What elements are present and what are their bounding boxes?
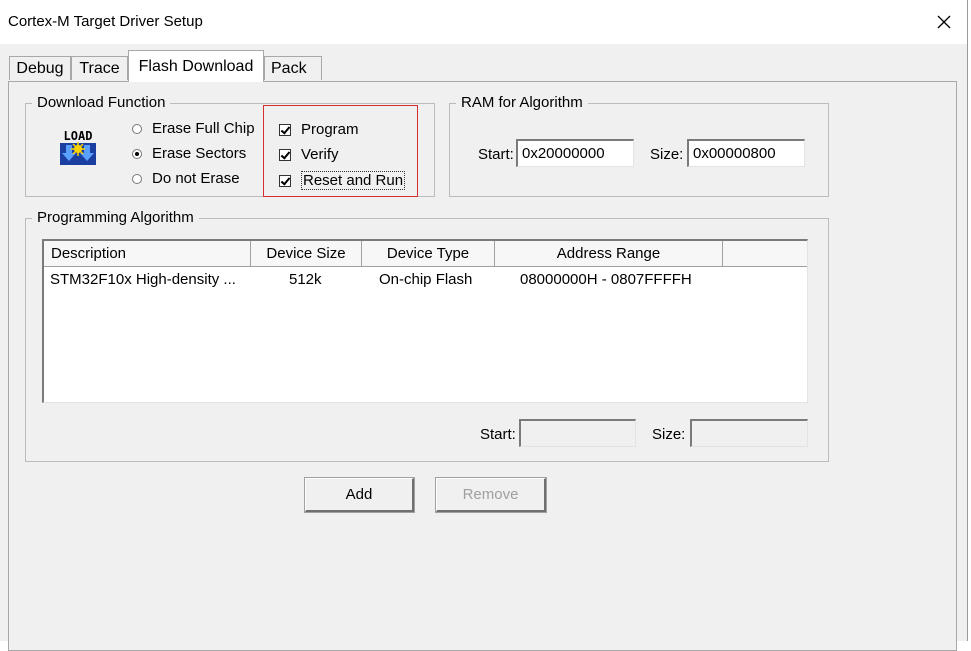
radio-label: Erase Full Chip <box>152 120 255 137</box>
tab-flash-download[interactable]: Flash Download <box>128 50 264 82</box>
column-header-description[interactable]: Description <box>44 241 251 267</box>
group-title: Programming Algorithm <box>32 209 199 227</box>
ram-size-input[interactable]: 0x00000800 <box>687 139 805 167</box>
add-button[interactable]: Add <box>304 477 415 513</box>
tab-label: Pack <box>271 59 307 77</box>
algo-size-input[interactable] <box>690 419 808 447</box>
group-title: RAM for Algorithm <box>456 94 588 112</box>
cell-device-type: On-chip Flash <box>379 271 473 288</box>
checkbox-program[interactable]: Program <box>279 121 359 138</box>
checkbox-label: Program <box>301 121 359 138</box>
dialog-window: Cortex-M Target Driver Setup Debug Trace… <box>0 0 968 651</box>
radio-erase-sectors[interactable]: Erase Sectors <box>132 145 246 162</box>
radio-indicator[interactable] <box>132 123 142 134</box>
tab-pack[interactable]: Pack <box>264 56 322 80</box>
cell-address-range: 08000000H - 0807FFFFH <box>520 271 692 288</box>
ram-start-label: Start: <box>478 146 514 163</box>
checkbox-indicator[interactable] <box>279 148 291 161</box>
close-icon <box>937 15 951 29</box>
algo-start-input[interactable] <box>519 419 636 447</box>
tab-label: Flash Download <box>138 57 254 75</box>
tab-trace[interactable]: Trace <box>71 56 128 80</box>
radio-erase-full-chip[interactable]: Erase Full Chip <box>132 120 255 137</box>
window-title: Cortex-M Target Driver Setup <box>8 13 203 30</box>
checkbox-verify[interactable]: Verify <box>279 146 339 163</box>
remove-button[interactable]: Remove <box>435 477 547 513</box>
column-header-device-type[interactable]: Device Type <box>362 241 495 267</box>
checkbox-label: Reset and Run <box>301 171 406 190</box>
load-icon: LOAD <box>60 129 96 165</box>
algo-start-label: Start: <box>480 426 516 443</box>
ram-size-label: Size: <box>650 146 684 163</box>
radio-indicator[interactable] <box>132 148 142 159</box>
checkbox-indicator[interactable] <box>279 123 291 136</box>
column-header-device-size[interactable]: Device Size <box>251 241 362 267</box>
radio-label: Do not Erase <box>152 170 240 187</box>
cell-device-size: 512k <box>289 271 322 288</box>
algo-size-label: Size: <box>652 426 686 443</box>
ram-start-input[interactable]: 0x20000000 <box>516 139 634 167</box>
list-header: Description Device Size Device Type Addr… <box>44 241 807 267</box>
remove-button-label: Remove <box>462 486 519 503</box>
column-header-filler <box>723 241 807 267</box>
close-button[interactable] <box>921 0 967 44</box>
tab-label: Debug <box>16 59 64 77</box>
svg-text:LOAD: LOAD <box>64 129 93 143</box>
checkbox-indicator[interactable] <box>279 174 291 187</box>
tab-label: Trace <box>79 59 120 77</box>
algorithm-list[interactable]: Description Device Size Device Type Addr… <box>42 239 808 403</box>
cell-description: STM32F10x High-density ... <box>50 271 236 288</box>
radio-indicator[interactable] <box>132 173 142 184</box>
title-bar: Cortex-M Target Driver Setup <box>0 0 967 44</box>
add-button-label: Add <box>345 486 373 503</box>
checkbox-label: Verify <box>301 146 339 163</box>
radio-label: Erase Sectors <box>152 145 247 162</box>
checkbox-reset-and-run[interactable]: Reset and Run <box>279 171 406 190</box>
tab-strip: Debug Trace Flash Download Pack <box>0 44 967 82</box>
column-header-address-range[interactable]: Address Range <box>495 241 723 267</box>
radio-do-not-erase[interactable]: Do not Erase <box>132 170 240 187</box>
group-title: Download Function <box>32 94 171 112</box>
tab-debug[interactable]: Debug <box>9 56 71 80</box>
